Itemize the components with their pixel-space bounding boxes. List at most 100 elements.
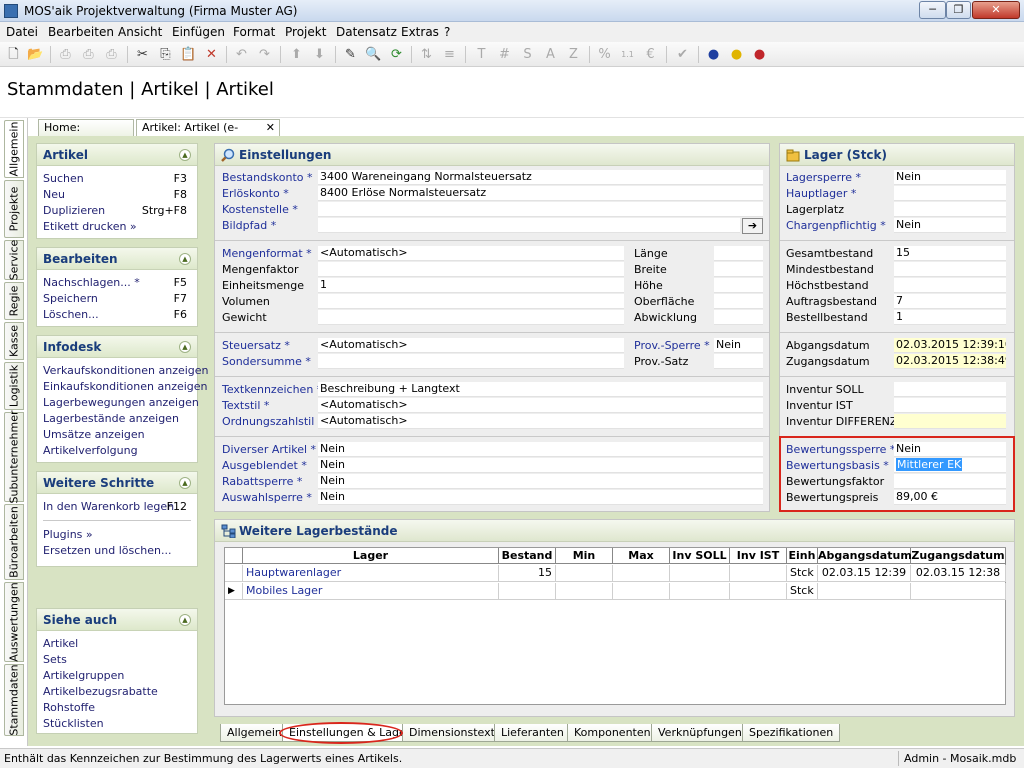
link-verkaufskonditionen[interactable]: Verkaufskonditionen anzeigen — [43, 364, 209, 377]
menu-einfuegen[interactable]: Einfügen — [172, 25, 225, 39]
a-icon[interactable]: A — [542, 46, 559, 63]
row-pointer-icon[interactable]: ▶ — [225, 583, 243, 600]
find-icon[interactable]: 🔍 — [365, 46, 382, 63]
menu-extras[interactable]: Extras — [401, 25, 439, 39]
arrow-right-icon[interactable]: ➔ — [742, 218, 763, 234]
field-inventur-ist[interactable] — [894, 398, 1006, 413]
table-cell-max[interactable] — [613, 565, 670, 582]
printer-icon[interactable]: ⎙ — [103, 46, 120, 63]
field-abgangsdatum[interactable]: 02.03.2015 12:39:10 — [894, 338, 1006, 353]
field-rabattsperre[interactable]: Nein — [318, 474, 763, 489]
table-cell-min[interactable] — [556, 565, 613, 582]
field-abwicklung[interactable] — [714, 310, 763, 325]
format-icon[interactable]: ≡ — [441, 46, 458, 63]
menu-ansicht[interactable]: Ansicht — [118, 25, 162, 39]
col-lager[interactable]: Lager — [243, 548, 499, 564]
field-bildpfad[interactable] — [318, 218, 740, 233]
table-cell-zugang[interactable]: 02.03.15 12:38 — [911, 565, 1006, 582]
menu-projekt[interactable]: Projekt — [285, 25, 326, 39]
field-breite[interactable] — [714, 262, 763, 277]
currency-icon[interactable]: € — [642, 46, 659, 63]
field-volumen[interactable] — [318, 294, 624, 309]
vtab-service[interactable]: Service — [4, 240, 24, 280]
link-artikelverfolgung[interactable]: Artikelverfolgung — [43, 444, 138, 457]
col-min[interactable]: Min — [556, 548, 613, 564]
percent-icon[interactable]: % — [596, 46, 613, 63]
col-abgangsdatum[interactable]: Abgangsdatum — [818, 548, 912, 564]
field-textkennzeichen[interactable]: Beschreibung + Langtext — [318, 382, 763, 397]
field-bewertungsfaktor[interactable] — [894, 474, 1006, 489]
field-bestandskonto[interactable]: 3400 Wareneingang Normalsteuersatz — [318, 170, 763, 185]
field-bestellbestand[interactable]: 1 — [894, 310, 1006, 325]
link-duplizieren[interactable]: Duplizieren — [43, 204, 105, 217]
table-cell-inv-soll[interactable] — [670, 565, 730, 582]
link-einkaufskonditionen[interactable]: Einkaufskonditionen anzeigen — [43, 380, 208, 393]
col-einh[interactable]: Einh — [787, 548, 818, 564]
field-laenge[interactable] — [714, 246, 763, 261]
table-cell-zugang[interactable] — [911, 583, 1006, 600]
field-inventur-soll[interactable] — [894, 382, 1006, 397]
link-loeschen[interactable]: Löschen... — [43, 308, 99, 321]
table-cell-einh[interactable]: Stck — [787, 565, 818, 582]
label-provsperre[interactable]: Prov.-Sperre * — [634, 339, 710, 352]
link-artikel[interactable]: Artikel — [43, 637, 78, 650]
field-hauptlager[interactable] — [894, 186, 1006, 201]
link-umsaetze[interactable]: Umsätze anzeigen — [43, 428, 145, 441]
col-inv-ist[interactable]: Inv IST — [730, 548, 787, 564]
tab-home[interactable]: Home: Startseite — [38, 119, 134, 147]
field-hoehe[interactable] — [714, 278, 763, 293]
label-bewertungssperre[interactable]: Bewertungssperre * — [786, 443, 895, 456]
label-kostenstelle[interactable]: Kostenstelle * — [222, 203, 298, 216]
field-ordnungszahlstil[interactable]: <Automatisch> — [318, 414, 763, 429]
field-provsperre[interactable]: Nein — [714, 338, 763, 353]
print-icon[interactable]: ⎙ — [57, 46, 74, 63]
table-cell-min[interactable] — [556, 583, 613, 600]
table-cell-bestand[interactable]: 15 — [499, 565, 556, 582]
link-speichern[interactable]: Speichern — [43, 292, 98, 305]
label-bildpfad[interactable]: Bildpfad * — [222, 219, 276, 232]
refresh-icon[interactable]: ⟳ — [388, 46, 405, 63]
menu-bearbeiten[interactable]: Bearbeiten — [48, 25, 114, 39]
label-bestandskonto[interactable]: Bestandskonto * — [222, 171, 313, 184]
tag-icon[interactable]: T — [473, 46, 490, 63]
table-cell-lager[interactable]: Mobiles Lager — [243, 583, 499, 600]
chevron-up-icon[interactable]: ▲ — [179, 149, 191, 161]
tab-spezifikationen[interactable]: Spezifikationen — [742, 724, 841, 742]
table-cell-einh[interactable]: Stck — [787, 583, 818, 600]
user-blue-icon[interactable]: ● — [705, 46, 722, 63]
table-cell-inv-ist[interactable] — [730, 583, 787, 600]
tab-dimensionstext[interactable]: Dimensionstext — [402, 724, 502, 742]
menu-format[interactable]: Format — [233, 25, 275, 39]
undo-icon[interactable]: ↶ — [233, 46, 250, 63]
field-auftragsbestand[interactable]: 7 — [894, 294, 1006, 309]
menu-datei[interactable]: Datei — [6, 25, 38, 39]
edit-icon[interactable]: ✎ — [342, 46, 359, 63]
chevron-up-icon[interactable]: ▲ — [179, 477, 191, 489]
link-plugins[interactable]: Plugins » — [43, 528, 93, 541]
link-ersetzen[interactable]: Ersetzen und löschen... — [43, 544, 171, 557]
label-lagersperre[interactable]: Lagersperre * — [786, 171, 861, 184]
link-etikett[interactable]: Etikett drucken » — [43, 220, 137, 233]
field-gesamtbestand[interactable]: 15 — [894, 246, 1006, 261]
link-artikelbezugsrabatte[interactable]: Artikelbezugsrabatte — [43, 685, 158, 698]
field-zugangsdatum[interactable]: 02.03.2015 12:38:49 — [894, 354, 1006, 369]
field-auswahlsperre[interactable]: Nein — [318, 490, 763, 505]
field-lagerplatz[interactable] — [894, 202, 1006, 217]
chevron-up-icon[interactable]: ▲ — [179, 614, 191, 626]
label-hauptlager[interactable]: Hauptlager * — [786, 187, 856, 200]
vtab-kasse[interactable]: Kasse — [4, 322, 24, 360]
link-neu[interactable]: Neu — [43, 188, 65, 201]
close-icon[interactable]: ✕ — [266, 121, 275, 134]
field-inventur-differenz[interactable] — [894, 414, 1006, 429]
redo-icon[interactable]: ↷ — [256, 46, 273, 63]
label-auswahlsperre[interactable]: Auswahlsperre * — [222, 491, 312, 504]
field-mengenformat[interactable]: <Automatisch> — [318, 246, 624, 261]
chevron-up-icon[interactable]: ▲ — [179, 253, 191, 265]
label-sondersumme[interactable]: Sondersumme * — [222, 355, 311, 368]
link-lagerbewegungen[interactable]: Lagerbewegungen anzeigen — [43, 396, 199, 409]
decimal-icon[interactable]: 1.1 — [619, 46, 636, 63]
link-sets[interactable]: Sets — [43, 653, 67, 666]
vtab-auswertungen[interactable]: Auswertungen — [4, 582, 24, 662]
vtab-bueroarbeiten[interactable]: Büroarbeiten — [4, 504, 24, 580]
label-ausgeblendet[interactable]: Ausgeblendet * — [222, 459, 307, 472]
